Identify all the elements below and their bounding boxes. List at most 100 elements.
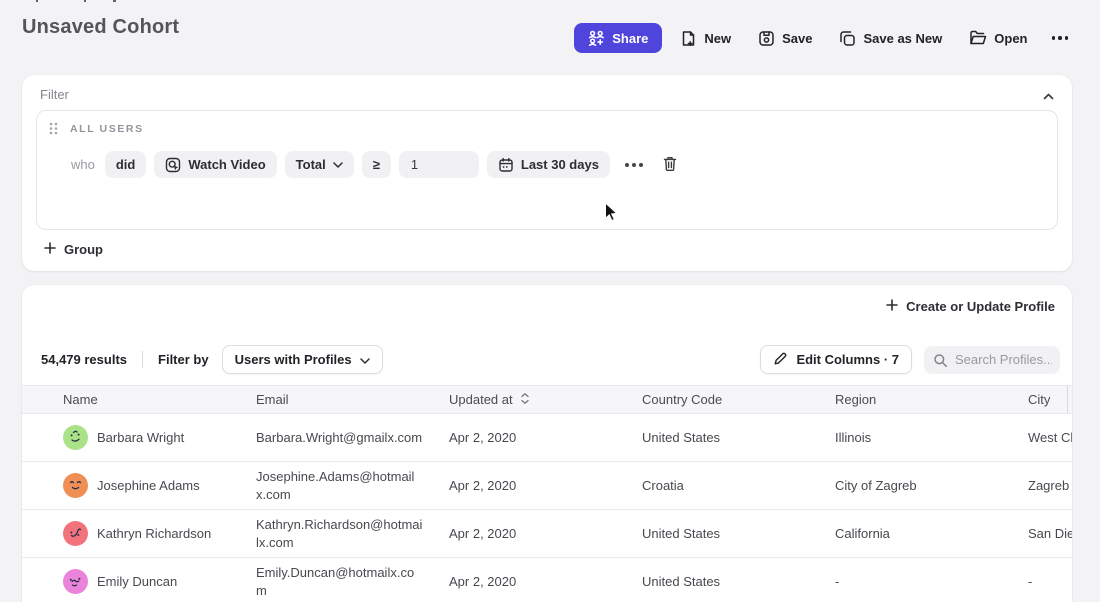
collapse-filter-button[interactable]: [1039, 84, 1058, 107]
results-toolbar: 54,479 results Filter by Users with Prof…: [41, 345, 1060, 374]
table-row[interactable]: Kathryn Richardson Kathryn.Richardson@ho…: [22, 510, 1072, 558]
profile-region: City of Zagreb: [835, 462, 1028, 509]
operator-selector[interactable]: ≥: [362, 151, 391, 178]
search-profiles: [924, 346, 1060, 374]
delete-condition-button[interactable]: [658, 153, 682, 177]
chevron-up-icon: [1043, 88, 1054, 103]
plus-icon: [886, 299, 898, 314]
pencil-icon: [773, 351, 788, 369]
profiles-table: Name Email Updated at Country Code Regio…: [22, 385, 1072, 602]
profile-updated-at: Apr 2, 2020: [449, 558, 642, 602]
filter-panel-title: Filter: [40, 87, 69, 102]
drag-handle[interactable]: [49, 122, 58, 135]
cropped-text-remnant: [84, 0, 86, 2]
chevron-down-icon: [333, 162, 343, 168]
more-horizontal-icon: [1052, 36, 1069, 40]
column-header-name: Name: [63, 386, 256, 413]
column-header-region: Region: [835, 386, 1028, 413]
profile-region: -: [835, 558, 1028, 602]
profile-name-cell: Josephine Adams: [63, 462, 256, 509]
profile-country-code: Croatia: [642, 462, 835, 509]
profile-filter-dropdown[interactable]: Users with Profiles: [222, 345, 383, 374]
sort-icon: [521, 392, 529, 407]
profile-name: Josephine Adams: [97, 478, 200, 493]
avatar: [63, 569, 88, 594]
more-options-button[interactable]: [1046, 23, 1075, 53]
new-file-icon: [680, 30, 697, 47]
toolbar-right: Edit Columns · 7: [760, 345, 1060, 374]
open-label: Open: [994, 31, 1027, 46]
new-button[interactable]: New: [671, 23, 740, 53]
aggregation-selector[interactable]: Total: [285, 151, 354, 178]
operator-value: ≥: [373, 157, 380, 172]
copy-icon: [839, 30, 856, 47]
profile-city: Zagreb: [1028, 462, 1072, 509]
create-or-update-profile-button[interactable]: Create or Update Profile: [886, 299, 1055, 314]
profile-city: West Chicago: [1028, 414, 1072, 461]
more-horizontal-icon: [625, 163, 643, 167]
profile-name-cell: Barbara Wright: [63, 414, 256, 461]
add-group-label: Group: [64, 242, 103, 257]
folder-open-icon: [969, 30, 987, 46]
trash-icon: [662, 155, 678, 175]
group-header: ALL USERS: [49, 122, 144, 135]
threshold-input[interactable]: [399, 151, 479, 178]
cropped-text-remnant: [36, 0, 38, 2]
filter-by-label: Filter by: [158, 352, 209, 367]
results-panel: Create or Update Profile 54,479 results …: [22, 285, 1072, 602]
avatar: [63, 473, 88, 498]
new-label: New: [704, 31, 731, 46]
cohort-group-box: ALL USERS who did Watch Video Total: [36, 110, 1058, 230]
table-header-row: Name Email Updated at Country Code Regio…: [22, 385, 1072, 414]
open-button[interactable]: Open: [960, 23, 1036, 53]
profile-updated-at: Apr 2, 2020: [449, 510, 642, 557]
profile-region: Illinois: [835, 414, 1028, 461]
date-range-value: Last 30 days: [521, 157, 599, 172]
profile-email: Josephine.Adams@hotmailx.com: [256, 462, 449, 509]
create-profile-label: Create or Update Profile: [906, 299, 1055, 314]
profile-region: California: [835, 510, 1028, 557]
share-users-icon: [588, 30, 605, 46]
profile-updated-at: Apr 2, 2020: [449, 414, 642, 461]
aggregation-value: Total: [296, 157, 326, 172]
avatar: [63, 425, 88, 450]
profile-name: Emily Duncan: [97, 574, 177, 589]
profile-name: Barbara Wright: [97, 430, 184, 445]
save-label: Save: [782, 31, 812, 46]
profile-city: -: [1028, 558, 1072, 602]
event-name: Watch Video: [188, 157, 265, 172]
table-row[interactable]: Josephine Adams Josephine.Adams@hotmailx…: [22, 462, 1072, 510]
table-row[interactable]: Emily Duncan Emily.Duncan@hotmailx.com A…: [22, 558, 1072, 602]
table-row[interactable]: Barbara Wright Barbara.Wright@gmailx.com…: [22, 414, 1072, 462]
condition-more-button[interactable]: [618, 163, 650, 167]
share-label: Share: [612, 31, 648, 46]
share-button[interactable]: Share: [574, 23, 662, 53]
filter-condition-row: who did Watch Video Total: [71, 151, 682, 178]
save-as-new-button[interactable]: Save as New: [830, 23, 951, 53]
plus-icon: [44, 242, 56, 257]
cropped-text-remnant: [113, 0, 116, 2]
who-label: who: [71, 157, 95, 172]
filter-panel: Filter ALL USERS who did: [22, 75, 1072, 271]
column-divider: [1067, 386, 1068, 413]
date-range-selector[interactable]: Last 30 days: [487, 151, 610, 178]
divider: [142, 351, 143, 368]
column-header-updated-at[interactable]: Updated at: [449, 386, 642, 413]
chevron-down-icon: [360, 352, 370, 367]
column-header-email: Email: [256, 386, 449, 413]
page-title: Unsaved Cohort: [22, 16, 179, 39]
event-selector[interactable]: Watch Video: [154, 151, 276, 178]
profile-country-code: United States: [642, 558, 835, 602]
save-icon: [758, 30, 775, 47]
event-icon: [165, 157, 181, 173]
add-group-button[interactable]: Group: [44, 242, 103, 257]
edit-columns-button[interactable]: Edit Columns · 7: [760, 345, 912, 374]
profile-updated-at: Apr 2, 2020: [449, 462, 642, 509]
avatar: [63, 521, 88, 546]
save-as-new-label: Save as New: [863, 31, 942, 46]
did-selector[interactable]: did: [105, 151, 147, 178]
profile-city: San Diego: [1028, 510, 1072, 557]
profile-email: Barbara.Wright@gmailx.com: [256, 414, 449, 461]
profile-filter-value: Users with Profiles: [235, 352, 352, 367]
save-button[interactable]: Save: [749, 23, 821, 53]
